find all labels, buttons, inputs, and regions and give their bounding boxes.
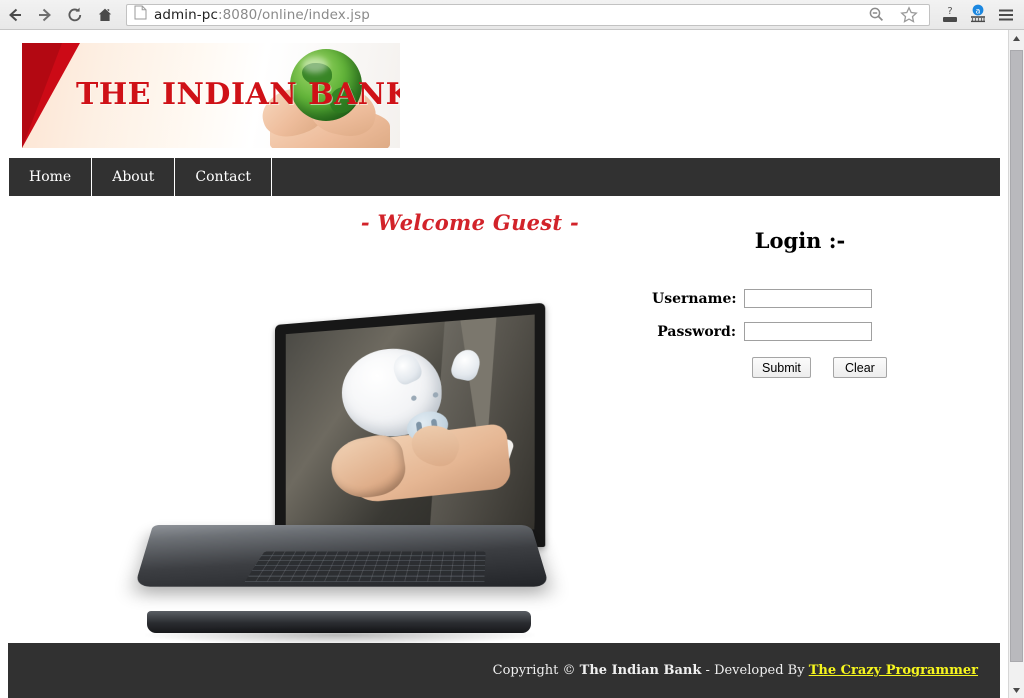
home-icon [96,6,114,24]
site-banner: THE INDIAN BANK [22,43,400,148]
browser-toolbar: admin-pc:8080/online/index.jsp ? a [0,0,1024,30]
scroll-up-arrow-icon[interactable] [1009,30,1024,46]
address-bar[interactable]: admin-pc:8080/online/index.jsp [126,1,930,29]
laptop-shadow [145,625,535,645]
laptop-keyboard [244,551,486,582]
adblock-extension-icon[interactable]: a [964,1,992,29]
password-input[interactable] [744,322,872,341]
question-mark-extension-icon[interactable]: ? [936,1,964,29]
hamburger-menu-icon[interactable] [992,1,1020,29]
scroll-down-arrow-icon[interactable] [1009,682,1024,698]
footer-developed-by: - Developed By [701,663,809,678]
password-label: Password: [657,323,736,340]
submit-button[interactable]: Submit [752,357,811,378]
username-label: Username: [652,290,737,307]
scrollbar-thumb[interactable] [1010,50,1023,662]
url-text: admin-pc:8080/online/index.jsp [154,6,370,23]
piggy-bank-icon [341,345,484,445]
home-button[interactable] [90,1,120,29]
star-icon[interactable] [895,1,923,29]
vertical-scrollbar[interactable] [1008,30,1024,698]
page-viewport: THE INDIAN BANK Home About Contact - Wel… [0,30,1008,698]
clear-button[interactable]: Clear [832,357,887,378]
footer-text: Copyright © The Indian Bank - Developed … [493,663,978,678]
back-button[interactable] [0,1,30,29]
reload-icon [66,6,84,24]
password-row: Password: [620,322,980,341]
footer-copyright-prefix: Copyright © [492,663,580,678]
laptop-screen [285,314,535,531]
nav-item-contact[interactable]: Contact [175,158,272,196]
online-banking-hero-image [134,302,550,650]
forward-arrow-icon [36,6,54,24]
site-footer: Copyright © The Indian Bank - Developed … [8,643,1000,698]
nav-item-home[interactable]: Home [8,158,93,196]
forward-button[interactable] [30,1,60,29]
login-heading: Login :- [754,228,846,253]
laptop-lid [275,302,546,547]
username-row: Username: [620,289,980,308]
developer-link[interactable]: The Crazy Programmer [809,663,978,678]
svg-text:?: ? [947,6,952,17]
svg-text:a: a [976,6,981,15]
main-navigation: Home About Contact [8,158,1000,196]
zoom-out-icon[interactable] [862,1,890,29]
banner-red-wedge-shadow [22,43,62,148]
reload-button[interactable] [60,1,90,29]
login-button-row: Submit Clear [620,357,980,378]
bank-name-logo: THE INDIAN BANK [76,77,400,112]
page-icon [134,5,147,25]
login-panel: Login :- Username: Password: Submit Clea… [620,228,980,378]
username-input[interactable] [744,289,872,308]
back-arrow-icon [6,6,24,24]
nav-item-about[interactable]: About [92,158,176,196]
footer-bank-name: The Indian Bank [579,663,702,678]
